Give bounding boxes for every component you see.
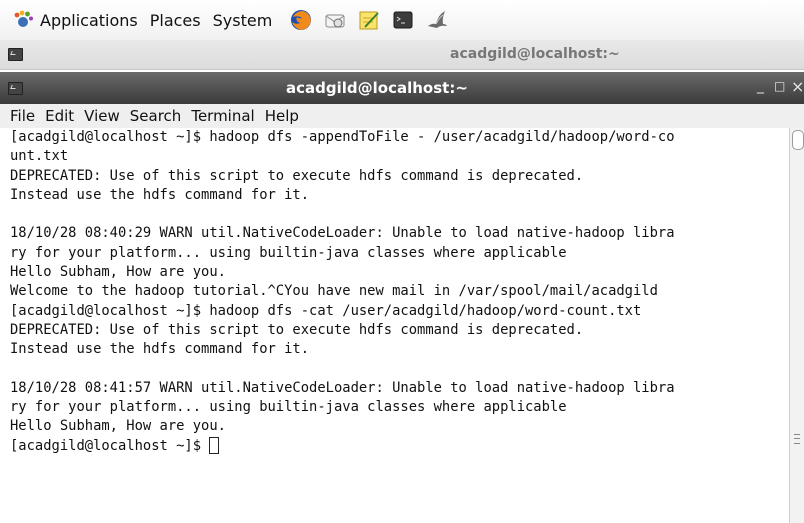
terminal-line: DEPRECATED: Use of this script to execut… (10, 167, 584, 184)
vertical-scrollbar[interactable] (789, 128, 804, 523)
notes-icon[interactable] (358, 9, 380, 31)
gnome-foot-icon[interactable] (12, 9, 34, 31)
terminal-line: ry for your platform... using builtin-ja… (10, 244, 567, 261)
terminal-output[interactable]: [acadgild@localhost ~]$ hadoop dfs -appe… (0, 128, 789, 523)
resize-grip-icon (794, 434, 800, 444)
wireshark-icon[interactable] (426, 9, 448, 31)
menu-system[interactable]: System (213, 11, 273, 30)
menu-places[interactable]: Places (150, 11, 201, 30)
mail-icon[interactable] (324, 9, 346, 31)
terminal-line: unt.txt (10, 148, 69, 165)
terminal-text: [acadgild@localhost ~]$ hadoop dfs -appe… (0, 128, 789, 456)
desktop: Applications Places System acadgild@loca… (0, 0, 804, 523)
scrollbar-thumb[interactable] (792, 130, 804, 150)
menu-edit[interactable]: Edit (45, 107, 74, 125)
menu-file[interactable]: File (10, 107, 35, 125)
terminal-line: 18/10/28 08:41:57 WARN util.NativeCodeLo… (10, 379, 675, 396)
terminal-line: Hello Subham, How are you. (10, 264, 226, 281)
text-cursor (209, 436, 220, 454)
top-panel: Applications Places System (0, 0, 804, 40)
menu-view[interactable]: View (84, 107, 120, 125)
terminal-line: [acadgild@localhost ~]$ hadoop dfs -cat … (10, 302, 642, 319)
terminal-prompt: [acadgild@localhost ~]$ (10, 437, 210, 454)
background-window-title: acadgild@localhost:~ (450, 46, 620, 62)
terminal-line: Welcome to the hadoop tutorial.^CYou hav… (10, 283, 658, 300)
terminal-window: acadgild@localhost:~ _ □ × File Edit Vie… (0, 72, 804, 523)
menu-terminal[interactable]: Terminal (191, 107, 254, 125)
terminal-menubar: File Edit View Search Terminal Help (0, 104, 804, 128)
terminal-line: Instead use the hdfs command for it. (10, 341, 310, 358)
terminal-line: Instead use the hdfs command for it. (10, 186, 310, 203)
firefox-icon[interactable] (290, 9, 312, 31)
terminal-window-icon (8, 48, 23, 61)
terminal-line: Hello Subham, How are you. (10, 418, 226, 435)
terminal-line: [acadgild@localhost ~]$ hadoop dfs -appe… (10, 129, 675, 145)
menu-help[interactable]: Help (265, 107, 299, 125)
close-button[interactable]: × (791, 77, 804, 96)
menu-search[interactable]: Search (130, 107, 182, 125)
maximize-button[interactable]: □ (774, 79, 785, 93)
terminal-icon[interactable] (392, 9, 414, 31)
terminal-window-icon (8, 82, 23, 95)
terminal-line: ry for your platform... using builtin-ja… (10, 399, 567, 416)
window-titlebar[interactable]: acadgild@localhost:~ _ □ × (0, 72, 804, 104)
menu-applications[interactable]: Applications (40, 11, 138, 30)
terminal-line: 18/10/28 08:40:29 WARN util.NativeCodeLo… (10, 225, 675, 242)
terminal-line: DEPRECATED: Use of this script to execut… (10, 321, 584, 338)
background-window-titlebar[interactable]: acadgild@localhost:~ (0, 40, 804, 70)
window-title: acadgild@localhost:~ (286, 79, 468, 97)
minimize-button[interactable]: _ (757, 78, 764, 94)
